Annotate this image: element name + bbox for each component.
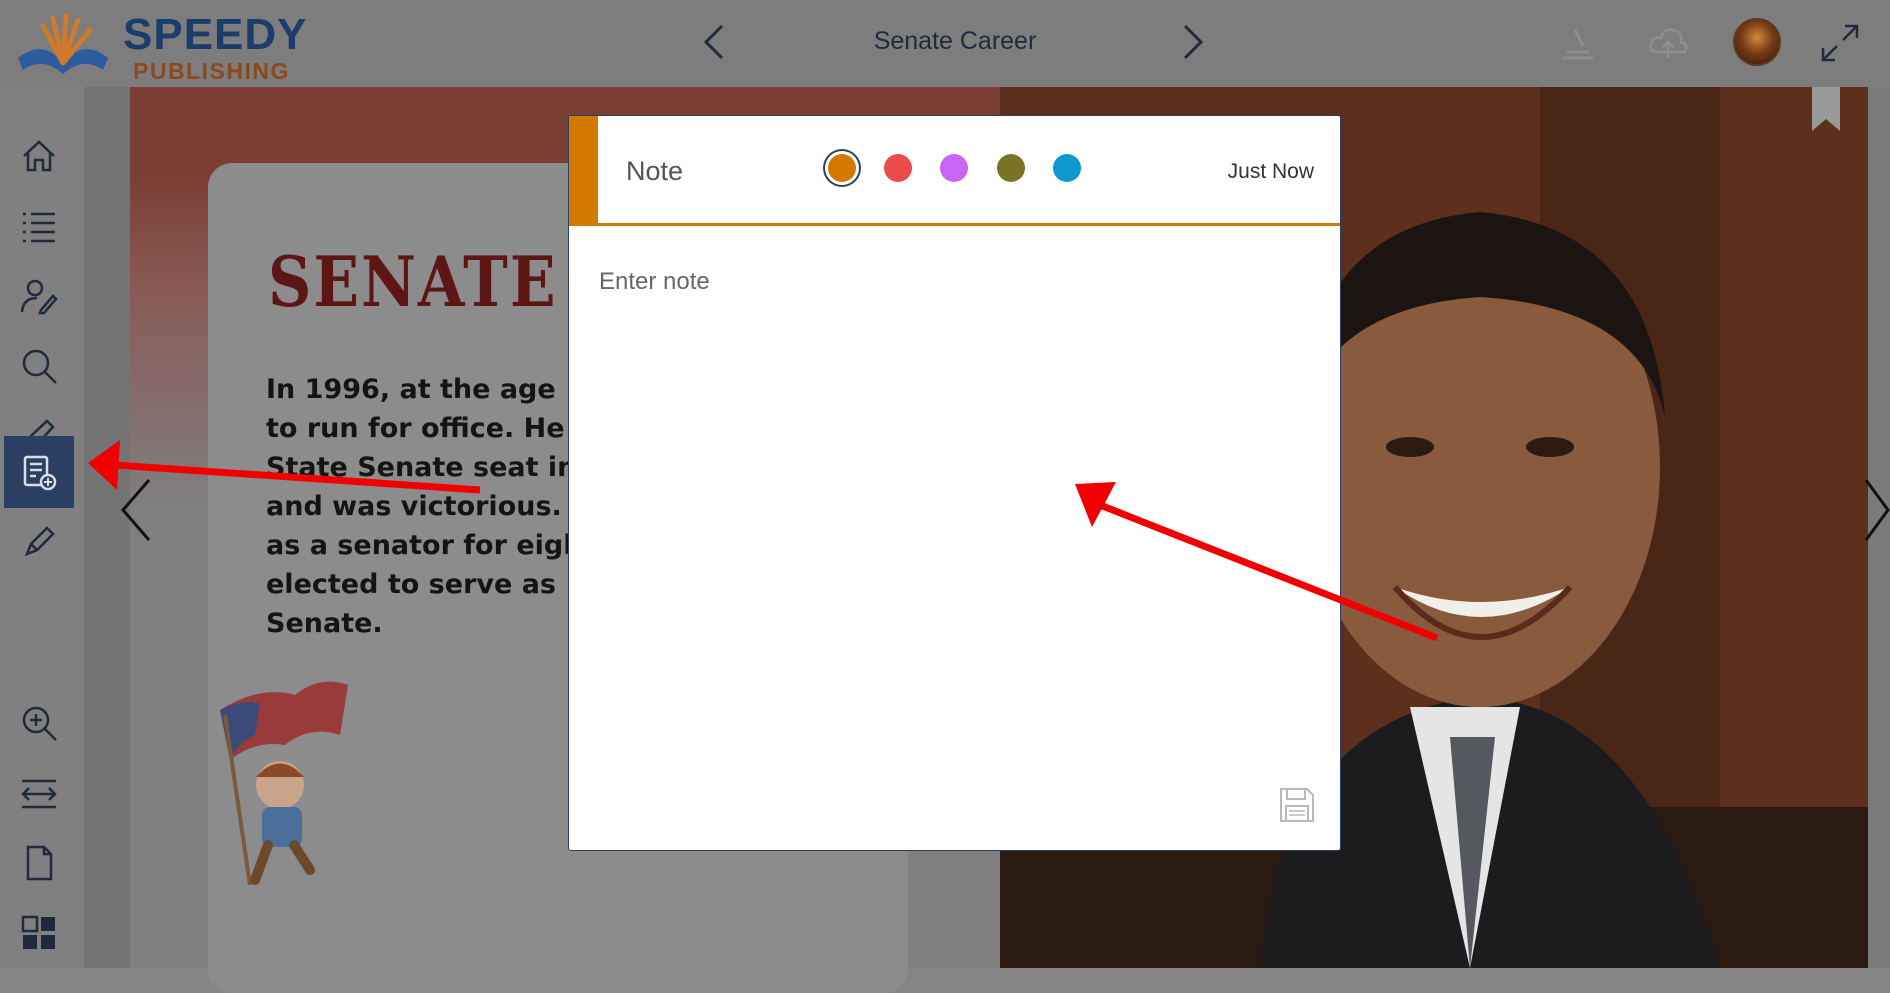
chevron-left-icon[interactable] — [697, 20, 731, 64]
color-swatch-olive[interactable] — [997, 154, 1025, 182]
body-line: to run for office. He — [266, 413, 565, 444]
sidebar-item-single-page[interactable] — [4, 828, 74, 898]
next-page-arrow-icon[interactable] — [1862, 470, 1890, 550]
cloud-upload-icon[interactable] — [1645, 20, 1691, 66]
chevron-right-icon[interactable] — [1176, 20, 1210, 64]
body-line: In 1996, at the age — [266, 374, 556, 405]
sidebar-item-zoom-in[interactable] — [4, 688, 74, 758]
sidebar-item-contents[interactable] — [4, 191, 74, 261]
body-line: Senate. — [266, 608, 383, 639]
sidebar-item-profile[interactable] — [4, 261, 74, 331]
sidebar — [0, 87, 84, 968]
add-note-icon — [23, 455, 57, 491]
logo-tagline: PUBLISHING — [133, 58, 290, 84]
sidebar-item-add-note[interactable] — [4, 436, 74, 508]
avatar[interactable] — [1733, 18, 1781, 66]
note-color-stripe — [569, 116, 598, 226]
sidebar-item-home[interactable] — [4, 121, 74, 191]
search-icon — [22, 349, 57, 384]
fullscreen-icon[interactable] — [1817, 20, 1863, 66]
page-body-text: In 1996, at the age to run for office. H… — [266, 370, 586, 643]
color-swatch-red[interactable] — [884, 154, 912, 182]
color-swatch-orange[interactable] — [828, 154, 856, 182]
single-page-icon — [26, 845, 53, 881]
note-text-input[interactable] — [597, 266, 1307, 686]
prev-page-arrow-icon[interactable] — [117, 470, 157, 550]
sidebar-item-fit-width[interactable] — [4, 758, 74, 828]
color-swatch-blue[interactable] — [1053, 154, 1081, 182]
read-aloud-icon[interactable] — [1555, 20, 1601, 66]
sidebar-item-highlighter[interactable] — [4, 505, 74, 575]
sidebar-item-search[interactable] — [4, 331, 74, 401]
bookmark-icon[interactable] — [1812, 87, 1840, 131]
thumbnails-icon — [21, 915, 55, 949]
zoom-in-icon — [22, 706, 57, 741]
fit-width-icon — [21, 779, 57, 809]
flag-kid-illustration — [220, 681, 348, 886]
page-title: Senate Career — [873, 27, 1037, 55]
user-edit-icon — [20, 279, 58, 315]
logo[interactable]: SPEEDY PUBLISHING — [8, 6, 313, 84]
highlighter-icon — [24, 526, 55, 557]
color-swatch-purple[interactable] — [940, 154, 968, 182]
book-logo-icon — [18, 13, 108, 74]
body-line: State Senate seat in — [266, 452, 577, 483]
sidebar-item-thumbnails[interactable] — [4, 898, 74, 968]
note-dialog: Note Just Now — [568, 115, 1341, 851]
note-label: Note — [626, 156, 684, 186]
body-line: as a senator for eigh — [266, 530, 583, 561]
body-line: and was victorious. — [266, 491, 562, 522]
home-icon — [23, 140, 55, 172]
body-line: elected to serve as — [266, 569, 556, 600]
top-bar: SPEEDY PUBLISHING Senate Career — [0, 0, 1890, 87]
list-icon — [23, 212, 55, 243]
save-icon[interactable] — [1278, 786, 1316, 824]
logo-name: SPEEDY — [123, 10, 308, 59]
note-header: Note Just Now — [569, 116, 1340, 226]
note-timestamp: Just Now — [1227, 160, 1314, 183]
